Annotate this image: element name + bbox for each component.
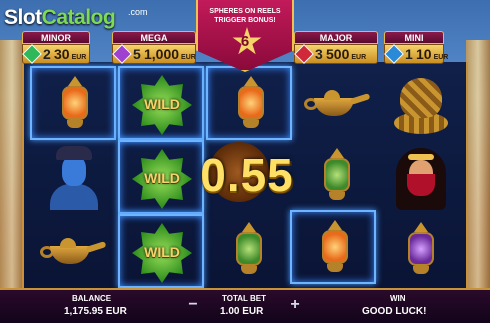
green-lantern-symbol-icon (322, 148, 352, 204)
locked-cell (30, 66, 116, 140)
reel-cell (294, 66, 380, 140)
jackpot-count: 2 (43, 46, 51, 62)
purple-lantern-symbol-icon (406, 222, 436, 278)
jackpot-mini: MINI 1 10 EUR (384, 31, 448, 65)
jackpot-major: MAJOR 3 500 EUR (294, 31, 378, 65)
orange-lantern-sphere-icon (60, 76, 90, 132)
balance-label: BALANCE (72, 294, 112, 303)
game-screen: SlotCatalog .com MINOR 2 30 EUR MEGA 5 1,… (0, 0, 490, 323)
increase-bet-button[interactable]: + (286, 296, 304, 314)
locked-cell (290, 210, 376, 284)
win-amount-display: 0.55 (200, 149, 294, 201)
banner-line-2: TRIGGER BONUS! (214, 17, 276, 24)
wild-symbol-icon: WILD (132, 75, 192, 135)
jackpot-count: 1 (405, 46, 413, 62)
jackpot-value: 10 EUR (416, 46, 449, 62)
site-logo-suffix: .com (128, 7, 148, 17)
blue-gem-icon (384, 44, 404, 64)
spheres-required-count: 6 (240, 33, 250, 50)
princess-symbol-icon (390, 144, 452, 212)
orange-lantern-sphere-icon (320, 220, 350, 276)
total-bet-value: 1.00 EUR (220, 306, 264, 317)
reel-cell (30, 140, 116, 214)
jackpot-value-box: 2 30 EUR (22, 44, 90, 64)
jackpot-value: 1,000 EUR (144, 46, 196, 62)
red-gem-icon (294, 44, 314, 64)
total-bet-label: TOTAL BET (222, 294, 266, 303)
decrease-bet-button[interactable]: − (184, 296, 202, 314)
bottom-bar: BALANCE 1,175.95 EUR − TOTAL BET 1.00 EU… (0, 288, 490, 323)
orange-lantern-sphere-icon (236, 76, 266, 132)
jackpot-count: 5 (133, 46, 141, 62)
magic-lamp-symbol-icon (304, 88, 371, 120)
reel-cell (378, 214, 464, 288)
jackpot-value-box: 1 10 EUR (384, 44, 448, 64)
genie-symbol-icon (48, 146, 100, 210)
win-label: WIN (390, 294, 406, 303)
green-lantern-symbol-icon (234, 222, 264, 278)
balance-value: 1,175.95 EUR (64, 306, 127, 317)
magic-lamp-symbol-icon (40, 236, 107, 268)
win-value: GOOD LUCK! (362, 306, 427, 317)
jackpot-name: MINI (384, 31, 444, 44)
purple-gem-icon (112, 44, 132, 64)
jackpot-value-box: 3 500 EUR (294, 44, 378, 64)
cobra-symbol-icon (390, 72, 452, 136)
reel-cell (206, 214, 292, 288)
jackpot-mega: MEGA 5 1,000 EUR (112, 31, 196, 65)
reel-cell (30, 214, 116, 288)
jackpot-minor: MINOR 2 30 EUR (22, 31, 90, 65)
jackpot-name: MEGA (112, 31, 196, 44)
locked-cell: WILD (118, 66, 204, 140)
left-pillar (0, 40, 24, 290)
jackpot-value: 500 EUR (326, 46, 367, 62)
jackpot-count: 3 (315, 46, 323, 62)
banner-line-1: SPHERES ON REELS (209, 8, 281, 15)
jackpot-name: MAJOR (294, 31, 378, 44)
jackpot-name: MINOR (22, 31, 90, 44)
wild-symbol-icon: WILD (132, 223, 192, 283)
site-logo: SlotCatalog (4, 6, 116, 29)
reel-cell (378, 66, 464, 140)
green-gem-icon (22, 44, 42, 64)
jackpot-value-box: 5 1,000 EUR (112, 44, 196, 64)
reel-cell (378, 140, 464, 214)
jackpot-value: 30 EUR (54, 46, 87, 62)
right-pillar (466, 40, 490, 290)
locked-cell: WILD (118, 214, 204, 288)
locked-cell (206, 66, 292, 140)
